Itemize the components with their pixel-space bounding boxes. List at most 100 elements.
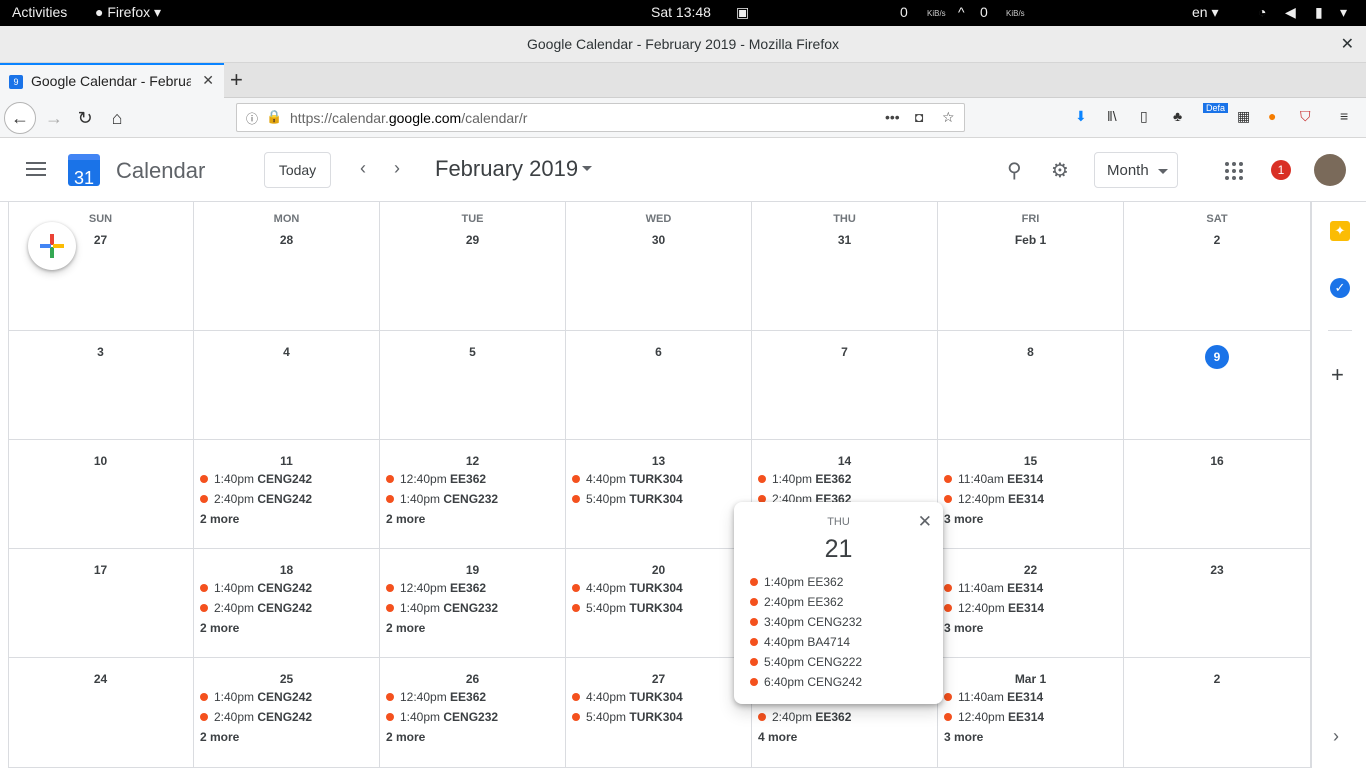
day-cell[interactable]: 24 [8, 658, 194, 768]
event-chip[interactable]: 5:40pm TURK304 [572, 710, 683, 724]
day-cell[interactable]: 19 12:40pm EE362 1:40pm CENG232 2 more [380, 549, 566, 658]
today-day-number[interactable]: 9 [1124, 345, 1310, 369]
url-text[interactable]: https://calendar.google.com/calendar/r [290, 110, 527, 126]
event-chip[interactable]: 12:40pm EE314 [944, 710, 1044, 724]
pocket-icon[interactable]: ◘ [915, 109, 923, 125]
popup-event-chip[interactable]: 2:40pm EE362 [750, 595, 843, 609]
system-menu-caret-icon[interactable]: ▾ [1340, 4, 1347, 21]
popup-day-number[interactable]: 21 [734, 535, 943, 564]
back-arrow-icon[interactable]: ← [4, 102, 36, 134]
event-chip[interactable]: 12:40pm EE314 [944, 492, 1044, 506]
event-chip[interactable]: 12:40pm EE362 [386, 472, 486, 486]
day-cell[interactable]: 3 [8, 331, 194, 440]
extension-orange-icon[interactable]: ● [1268, 108, 1276, 124]
day-number[interactable]: 31 [752, 233, 937, 247]
event-chip[interactable]: 2:40pm EE362 [758, 710, 851, 724]
more-events-link[interactable]: 4 more [758, 730, 797, 744]
day-number[interactable]: 4 [194, 345, 379, 359]
day-number[interactable]: 28 [194, 233, 379, 247]
event-chip[interactable]: 11:40am EE314 [944, 472, 1043, 486]
more-events-link[interactable]: 2 more [200, 730, 239, 744]
event-chip[interactable]: 2:40pm CENG242 [200, 601, 312, 615]
volume-icon[interactable]: ◀ [1285, 4, 1296, 21]
popup-close-icon[interactable]: ✕ [918, 512, 932, 532]
battery-icon[interactable]: ▮ [1315, 4, 1323, 21]
day-cell[interactable]: 15 11:40am EE314 12:40pm EE314 3 more [938, 440, 1124, 549]
search-icon[interactable]: ⚲ [1007, 158, 1022, 183]
popup-event-chip[interactable]: 6:40pm CENG242 [750, 675, 862, 689]
more-events-link[interactable]: 2 more [386, 730, 425, 744]
event-chip[interactable]: 11:40am EE314 [944, 581, 1043, 595]
day-cell[interactable]: 18 1:40pm CENG242 2:40pm CENG242 2 more [194, 549, 380, 658]
day-number[interactable]: 14 [752, 454, 937, 468]
day-cell[interactable]: THU 31 [752, 202, 938, 331]
day-number[interactable]: 16 [1124, 454, 1310, 468]
more-events-link[interactable]: 3 more [944, 621, 983, 635]
event-chip[interactable]: 12:40pm EE314 [944, 601, 1044, 615]
day-cell[interactable]: 23 [1124, 549, 1311, 658]
secure-lock-icon[interactable]: 🔒 [266, 109, 282, 125]
popup-event-chip[interactable]: 1:40pm EE362 [750, 575, 843, 589]
day-cell[interactable]: FRI Feb 1 [938, 202, 1124, 331]
app-name[interactable]: Calendar [116, 158, 205, 184]
day-number[interactable]: 22 [938, 563, 1123, 577]
google-apps-grid-icon[interactable] [1225, 162, 1243, 180]
day-cell[interactable]: 11 1:40pm CENG242 2:40pm CENG242 2 more [194, 440, 380, 549]
reload-icon[interactable]: ↻ [71, 104, 99, 132]
day-number[interactable]: 23 [1124, 563, 1310, 577]
day-cell[interactable]: 17 [8, 549, 194, 658]
day-number[interactable]: 26 [380, 672, 565, 686]
day-number[interactable]: 24 [8, 672, 193, 686]
popup-event-chip[interactable]: 4:40pm BA4714 [750, 635, 850, 649]
home-icon[interactable]: ⌂ [103, 104, 131, 132]
extension-screenshot-icon[interactable]: ▦ [1237, 108, 1250, 125]
more-events-link[interactable]: 3 more [944, 512, 983, 526]
more-events-link[interactable]: 2 more [386, 512, 425, 526]
event-chip[interactable]: 1:40pm CENG232 [386, 710, 498, 724]
library-icon[interactable]: ‖\ [1107, 108, 1117, 124]
day-number[interactable]: 19 [380, 563, 565, 577]
event-chip[interactable]: 11:40am EE314 [944, 690, 1043, 704]
day-cell[interactable]: 13 4:40pm TURK304 5:40pm TURK304 [566, 440, 752, 549]
day-cell[interactable]: 6 [566, 331, 752, 440]
language-indicator[interactable]: en ▾ [1192, 4, 1219, 21]
more-events-link[interactable]: 2 more [200, 512, 239, 526]
day-number[interactable]: 15 [938, 454, 1123, 468]
day-cell[interactable]: 12 12:40pm EE362 1:40pm CENG232 2 more [380, 440, 566, 549]
day-cell[interactable]: 16 [1124, 440, 1311, 549]
day-cell[interactable]: Mar 1 11:40am EE314 12:40pm EE314 3 more [938, 658, 1124, 768]
event-chip[interactable]: 4:40pm TURK304 [572, 690, 683, 704]
day-number[interactable]: 25 [194, 672, 379, 686]
main-menu-icon[interactable] [26, 162, 46, 180]
day-cell[interactable]: 26 12:40pm EE362 1:40pm CENG232 2 more [380, 658, 566, 768]
day-number[interactable]: 6 [566, 345, 751, 359]
day-cell[interactable]: 8 [938, 331, 1124, 440]
previous-month-chevron-icon[interactable]: ‹ [360, 158, 366, 179]
event-chip[interactable]: 12:40pm EE362 [386, 690, 486, 704]
day-number[interactable]: Feb 1 [938, 233, 1123, 247]
event-chip[interactable]: 12:40pm EE362 [386, 581, 486, 595]
extension-gnome-icon[interactable]: ♣ [1173, 108, 1182, 124]
day-cell[interactable]: WED 30 [566, 202, 752, 331]
activities-button[interactable]: Activities [12, 4, 67, 20]
day-cell[interactable]: 9 [1124, 331, 1311, 440]
day-cell[interactable]: 5 [380, 331, 566, 440]
page-actions-ellipsis-icon[interactable]: ••• [885, 109, 900, 125]
site-info-icon[interactable]: ⓘ [246, 110, 258, 127]
tab-close-icon[interactable]: ✕ [202, 72, 214, 89]
day-number[interactable]: 30 [566, 233, 751, 247]
day-number[interactable]: 18 [194, 563, 379, 577]
downloads-icon[interactable]: ⬇ [1075, 108, 1087, 125]
day-number[interactable]: Mar 1 [938, 672, 1123, 686]
event-chip[interactable]: 1:40pm EE362 [758, 472, 851, 486]
event-chip[interactable]: 1:40pm CENG242 [200, 690, 312, 704]
forward-arrow-icon[interactable]: → [40, 104, 68, 132]
day-cell[interactable]: 7 [752, 331, 938, 440]
event-chip[interactable]: 1:40pm CENG232 [386, 492, 498, 506]
new-tab-plus-icon[interactable]: + [230, 67, 243, 93]
day-cell[interactable]: 2 [1124, 658, 1311, 768]
day-cell[interactable]: MON 28 [194, 202, 380, 331]
day-number[interactable]: 29 [380, 233, 565, 247]
create-event-button[interactable] [28, 222, 76, 270]
tasks-check-icon[interactable]: ✓ [1330, 278, 1350, 298]
